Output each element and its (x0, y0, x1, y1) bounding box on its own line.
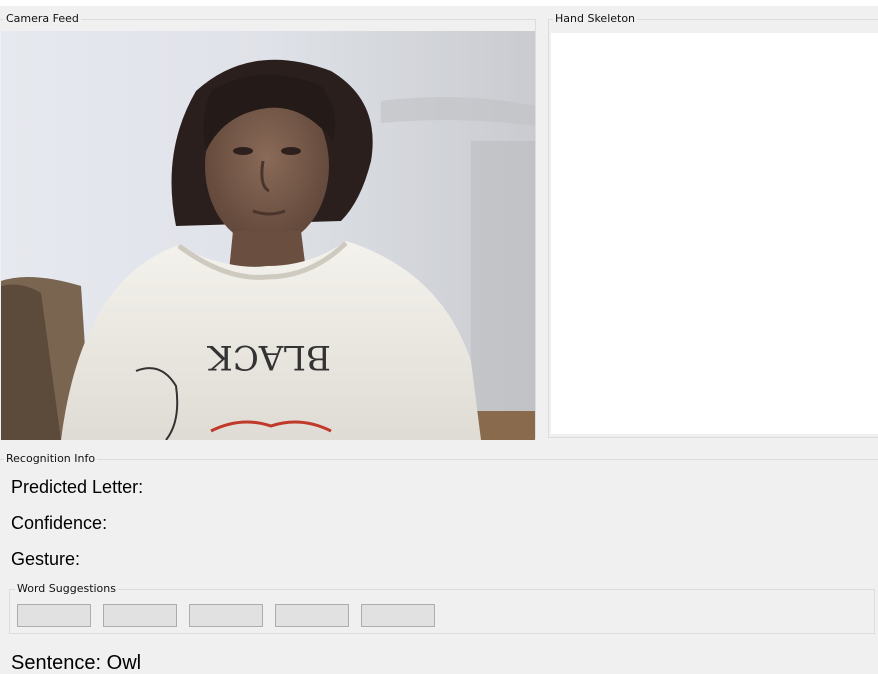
gesture-row: Gesture: (11, 548, 80, 570)
predicted-letter-label: Predicted Letter: (11, 477, 144, 497)
predicted-letter-row: Predicted Letter: (11, 476, 143, 498)
word-suggestions-group: Word Suggestions (9, 582, 875, 634)
recognition-info-title: Recognition Info (4, 452, 98, 466)
confidence-label: Confidence: (11, 513, 108, 533)
sentence-label: Sentence: (11, 652, 102, 674)
shirt-print-text: BLACK (207, 337, 331, 377)
word-suggestions-title: Word Suggestions (15, 582, 118, 596)
hand-skeleton-group: Hand Skeleton (548, 12, 878, 438)
word-suggestion-button-2[interactable] (103, 604, 177, 627)
camera-feed-title: Camera Feed (4, 12, 81, 26)
word-suggestion-button-1[interactable] (17, 604, 91, 627)
hand-skeleton-title: Hand Skeleton (553, 12, 638, 26)
word-suggestion-button-3[interactable] (189, 604, 263, 627)
sentence-row: Sentence: Owl (11, 652, 141, 674)
confidence-row: Confidence: (11, 512, 107, 534)
gesture-label: Gesture: (11, 549, 81, 569)
hand-skeleton-canvas (551, 33, 878, 434)
camera-feed-image: BLACK (1, 31, 535, 440)
word-suggestion-button-5[interactable] (361, 604, 435, 627)
sentence-value: Owl (106, 652, 142, 674)
word-suggestion-button-4[interactable] (275, 604, 349, 627)
camera-feed-group: Camera Feed BLACK (0, 12, 536, 440)
